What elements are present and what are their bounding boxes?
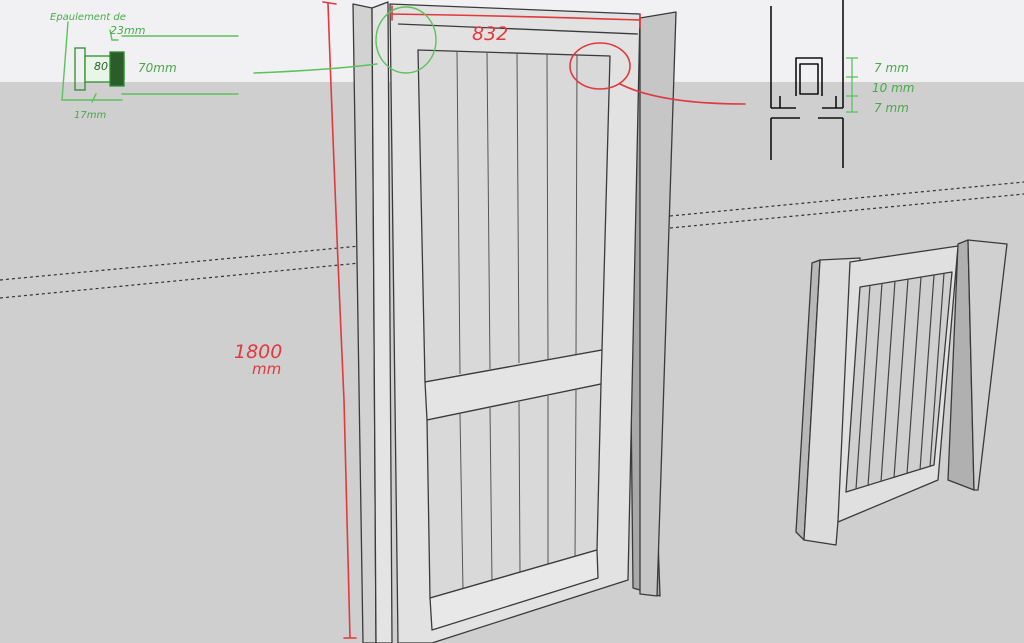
dim-bot-label: 7 mm xyxy=(874,101,909,115)
green-23mm-label: 23mm xyxy=(110,24,145,37)
height-unit-label: mm xyxy=(252,360,281,378)
sketchup-viewport: 832 1800 mm Epaulement de 23mm 80 70mm 1… xyxy=(0,0,1024,643)
green-80-label: 80 xyxy=(94,60,108,73)
green-17mm-label: 17mm xyxy=(74,110,106,121)
upper-panel xyxy=(417,49,611,383)
green-note-title: Epaulement de xyxy=(50,12,126,23)
dim-top-label: 7 mm xyxy=(874,61,909,75)
door-3d-model xyxy=(352,1,677,643)
left-jamb-front xyxy=(371,1,393,643)
green-70mm-label: 70mm xyxy=(138,61,177,75)
width-label: 832 xyxy=(472,23,508,45)
dim-mid-label: 10 mm xyxy=(872,81,914,95)
